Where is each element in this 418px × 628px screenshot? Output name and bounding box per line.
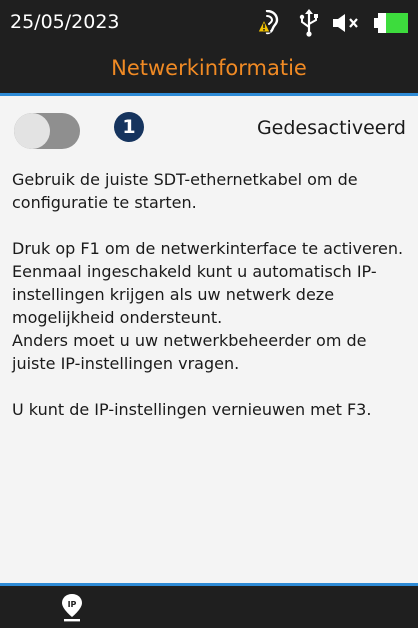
status-text: Gedesactiveerd	[256, 117, 406, 139]
main-content: 1 Gedesactiveerd Gebruik de juiste SDT-e…	[0, 93, 418, 586]
instructions: Gebruik de juiste SDT-ethernetkabel om d…	[12, 168, 408, 421]
usb-icon	[299, 9, 318, 37]
instruction-paragraph: U kunt de IP-instellingen vernieuwen met…	[12, 400, 372, 419]
battery-icon	[374, 13, 408, 33]
instruction-paragraph: Druk op F1 om de netwerkinterface te act…	[12, 239, 404, 258]
date-display: 25/05/2023	[10, 11, 120, 33]
instruction-paragraph: Eenmaal ingeschakeld kunt u automatisch …	[12, 262, 377, 327]
instruction-paragraph: Anders moet u uw netwerkbeheerder om de …	[12, 331, 367, 373]
speaker-muted-icon	[333, 14, 358, 32]
ip-location-icon[interactable]: IP	[60, 593, 84, 623]
page-title: Netwerkinformatie	[111, 56, 307, 80]
ip-key-label: IP	[68, 600, 77, 609]
status-bar: 25/05/2023	[0, 0, 418, 44]
instruction-paragraph: Gebruik de juiste SDT-ethernetkabel om d…	[12, 170, 358, 212]
toggle-knob	[14, 113, 50, 149]
hearing-warning-icon	[258, 10, 279, 35]
step-badge: 1	[114, 112, 144, 142]
status-icons	[258, 0, 418, 44]
function-bar: IP	[0, 586, 418, 628]
network-toggle[interactable]	[14, 113, 80, 149]
header: Netwerkinformatie	[0, 44, 418, 92]
